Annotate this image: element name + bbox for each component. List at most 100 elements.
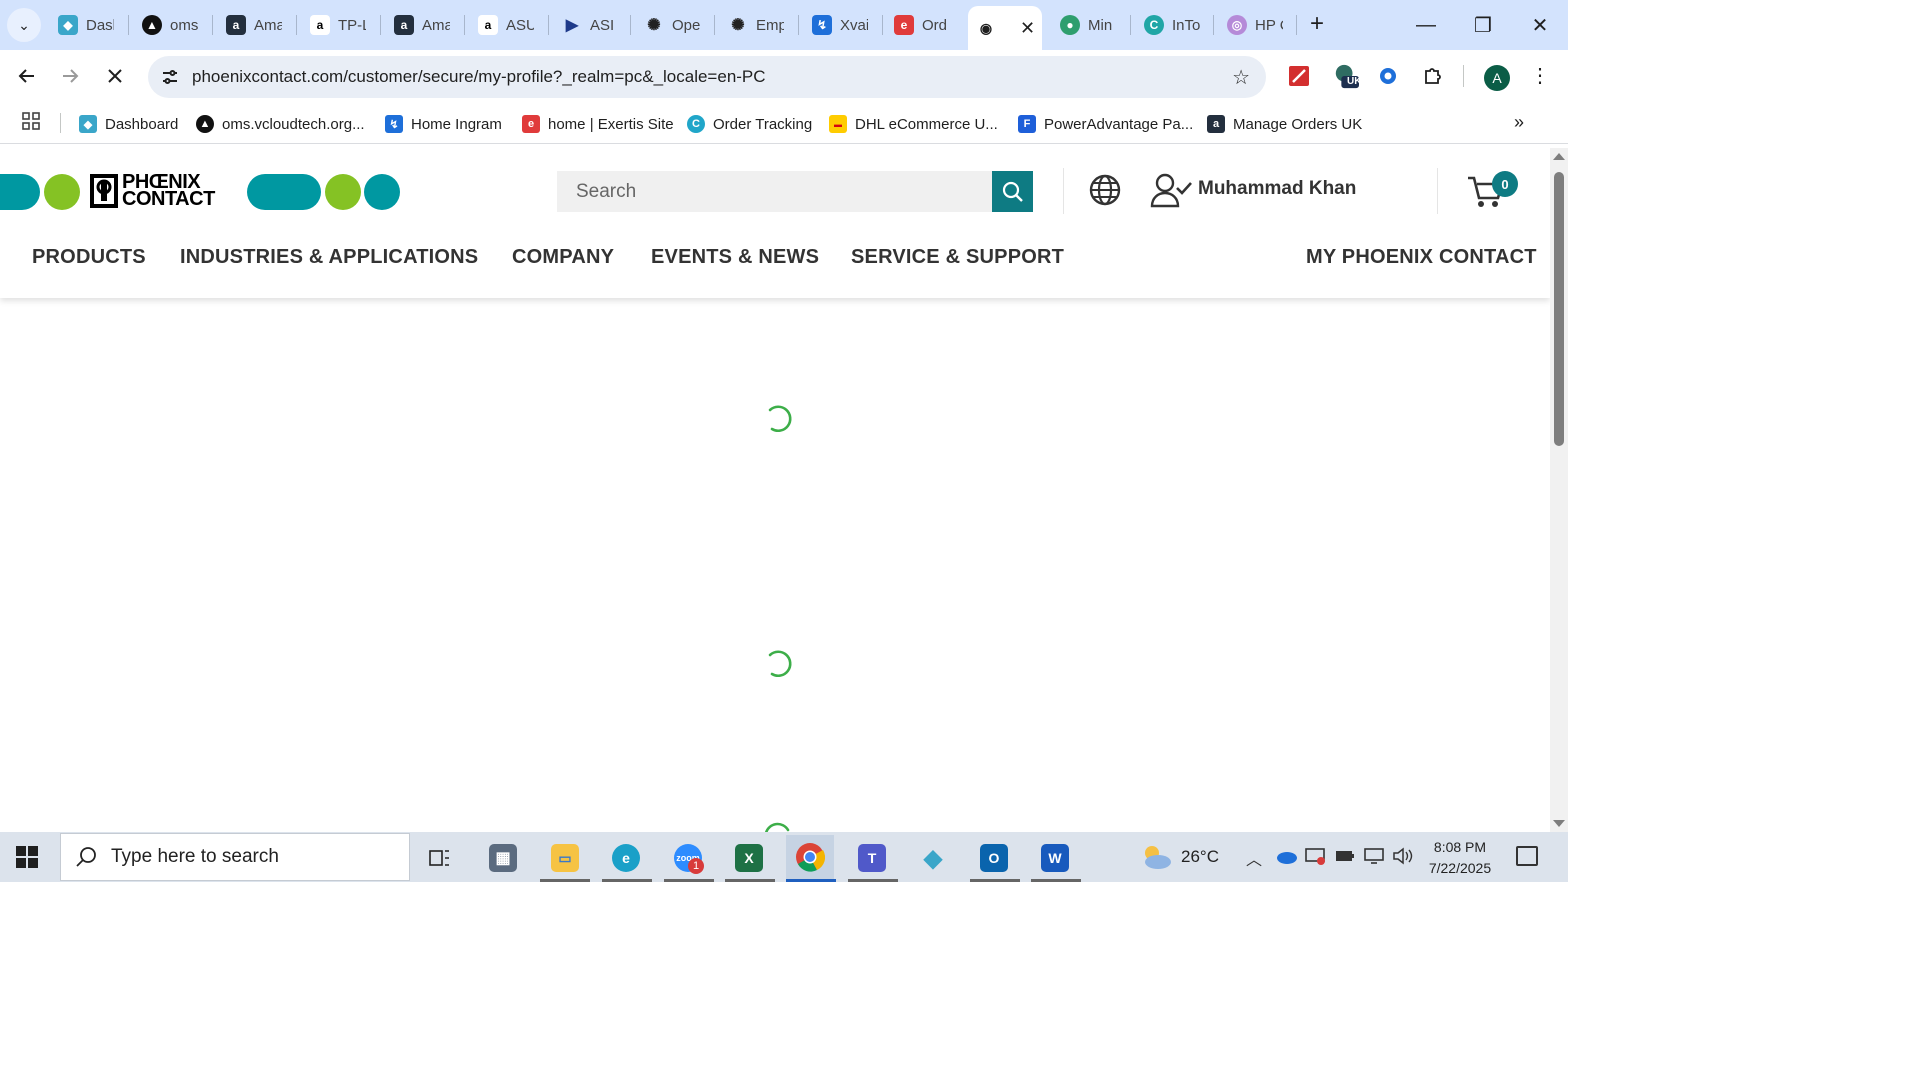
- site-search-field[interactable]: [557, 171, 992, 212]
- apps-grid-icon[interactable]: [22, 112, 40, 135]
- loading-spinner-icon: [764, 822, 790, 832]
- bookmark-item[interactable]: ◆ Dashboard: [79, 112, 178, 136]
- site-search-button[interactable]: [992, 171, 1033, 212]
- tab[interactable]: a ASU: [470, 8, 534, 42]
- onedrive-icon[interactable]: [1275, 848, 1297, 864]
- more-bookmarks-icon[interactable]: »: [1514, 112, 1524, 133]
- url-text[interactable]: phoenixcontact.com/customer/secure/my-pr…: [192, 67, 766, 87]
- network-icon[interactable]: [1363, 847, 1385, 865]
- tab[interactable]: ▲ oms: [134, 8, 198, 42]
- bookmark-item[interactable]: e home | Exertis Site: [522, 112, 674, 136]
- nav-products[interactable]: PRODUCTS: [32, 246, 146, 269]
- tab[interactable]: a Ama: [218, 8, 282, 42]
- tab[interactable]: ◆ Dasl: [50, 8, 114, 42]
- tab[interactable]: a Ama: [386, 8, 450, 42]
- address-bar[interactable]: phoenixcontact.com/customer/secure/my-pr…: [148, 56, 1266, 98]
- show-hidden-icons-icon[interactable]: ︿: [1246, 846, 1262, 870]
- cart-count-badge: 0: [1492, 171, 1518, 197]
- user-name[interactable]: Muhammad Khan: [1198, 178, 1356, 200]
- scroll-down-arrow-icon[interactable]: [1553, 820, 1565, 827]
- tab-strip: ⌄ ◆ Dasl ▲ oms a Ama a TP-L a Ama a ASU …: [0, 0, 1568, 50]
- logo-mark-icon: [90, 174, 118, 208]
- edge-app[interactable]: e: [606, 838, 646, 878]
- scrollbar-thumb[interactable]: [1554, 172, 1564, 446]
- back-arrow-icon: [18, 69, 34, 83]
- profile-avatar[interactable]: A: [1484, 65, 1510, 91]
- scroll-up-arrow-icon[interactable]: [1553, 153, 1565, 160]
- browser-menu-icon[interactable]: ⋮: [1530, 63, 1550, 88]
- battery-icon[interactable]: [1335, 848, 1355, 864]
- extension-globe-icon[interactable]: [1375, 63, 1401, 89]
- tab[interactable]: e Ord: [886, 8, 950, 42]
- close-tab-icon[interactable]: ✕: [1020, 18, 1035, 39]
- site-header: PHŒNIX CONTACT Muhammad Khan: [0, 148, 1550, 298]
- tab-divider: [548, 15, 549, 35]
- word-icon: W: [1041, 844, 1069, 872]
- bookmark-item[interactable]: F PowerAdvantage Pa...: [1018, 112, 1193, 136]
- close-window-button[interactable]: ✕: [1520, 8, 1560, 42]
- back-button[interactable]: [11, 60, 43, 92]
- nav-service-support[interactable]: SERVICE & SUPPORT: [851, 246, 1064, 269]
- logo-shape: [364, 174, 400, 210]
- bookmark-star-icon[interactable]: ☆: [1232, 65, 1250, 90]
- clock-date: 7/22/2025: [1428, 860, 1492, 876]
- app-diamond[interactable]: ◆: [913, 838, 953, 878]
- bookmark-item[interactable]: ▬ DHL eCommerce U...: [829, 112, 998, 136]
- tab-active[interactable]: ◉ ✕: [968, 6, 1042, 50]
- chrome-app-active[interactable]: [786, 835, 834, 879]
- weather-widget[interactable]: 26°C: [1140, 844, 1219, 870]
- outlook-app[interactable]: O: [974, 838, 1014, 878]
- task-view-button[interactable]: [420, 838, 460, 878]
- zoom-app[interactable]: zoom 1: [668, 838, 708, 878]
- bookmark-item[interactable]: a Manage Orders UK: [1207, 112, 1362, 136]
- language-globe-icon[interactable]: [1088, 173, 1122, 207]
- tab[interactable]: ↯ Xvai: [804, 8, 868, 42]
- nav-events-news[interactable]: EVENTS & NEWS: [651, 246, 819, 269]
- word-app[interactable]: W: [1035, 838, 1075, 878]
- chrome-icon: [796, 843, 825, 872]
- nav-my-phoenix-contact[interactable]: MY PHOENIX CONTACT: [1306, 246, 1537, 269]
- bookmark-label: DHL eCommerce U...: [855, 115, 998, 133]
- bookmark-item[interactable]: C Order Tracking: [687, 112, 812, 136]
- tab[interactable]: ✺ Ope: [636, 8, 700, 42]
- extensions-puzzle-icon[interactable]: [1420, 63, 1446, 89]
- bookmark-item[interactable]: ▲ oms.vcloudtech.org...: [196, 112, 365, 136]
- tab[interactable]: ✺ Emp: [720, 8, 784, 42]
- site-search-input[interactable]: [557, 171, 992, 212]
- windows-start-icon[interactable]: [16, 846, 38, 868]
- user-account-icon[interactable]: [1150, 172, 1192, 208]
- minimize-button[interactable]: —: [1406, 8, 1446, 42]
- site-info-icon[interactable]: [158, 65, 182, 89]
- tab-search-button[interactable]: ⌄: [7, 8, 41, 42]
- calculator-app[interactable]: ▦: [483, 838, 523, 878]
- tab[interactable]: ● Min: [1052, 8, 1116, 42]
- page-scrollbar[interactable]: [1550, 148, 1568, 832]
- new-tab-button[interactable]: +: [1303, 10, 1331, 38]
- restore-button[interactable]: ❐: [1463, 8, 1503, 42]
- tab[interactable]: a TP-L: [302, 8, 366, 42]
- tab[interactable]: ▶ ASI: [554, 8, 618, 42]
- taskbar-search-box[interactable]: Type here to search: [60, 833, 410, 881]
- file-explorer-app[interactable]: ▭: [545, 838, 585, 878]
- phoenix-contact-logo[interactable]: PHŒNIX CONTACT: [0, 172, 400, 212]
- forward-button[interactable]: [54, 60, 86, 92]
- security-alert-icon[interactable]: [1305, 846, 1327, 866]
- nav-company[interactable]: COMPANY: [512, 246, 614, 269]
- bookmark-favicon: F: [1018, 115, 1036, 133]
- bookmark-item[interactable]: ↯ Home Ingram: [385, 112, 502, 136]
- notifications-icon[interactable]: [1516, 846, 1538, 866]
- extension-uk-icon[interactable]: UK: [1333, 63, 1361, 89]
- pdf-extension-icon[interactable]: [1286, 63, 1312, 89]
- tab-favicon: ◆: [58, 15, 78, 35]
- tab[interactable]: ◎ HP C: [1219, 8, 1283, 42]
- volume-icon[interactable]: [1392, 847, 1414, 865]
- logo-shape: [247, 174, 321, 210]
- windows-taskbar: Type here to search ▦ ▭ e zoom 1 X T ◆ O: [0, 832, 1568, 882]
- excel-app[interactable]: X: [729, 838, 769, 878]
- teams-app[interactable]: T: [852, 838, 892, 878]
- tab[interactable]: C InTo: [1136, 8, 1200, 42]
- tab-title: Dasl: [86, 16, 114, 34]
- stop-loading-button[interactable]: [99, 60, 131, 92]
- nav-industries-applications[interactable]: INDUSTRIES & APPLICATIONS: [180, 246, 478, 269]
- taskbar-clock[interactable]: 8:08 PM 7/22/2025: [1420, 837, 1500, 879]
